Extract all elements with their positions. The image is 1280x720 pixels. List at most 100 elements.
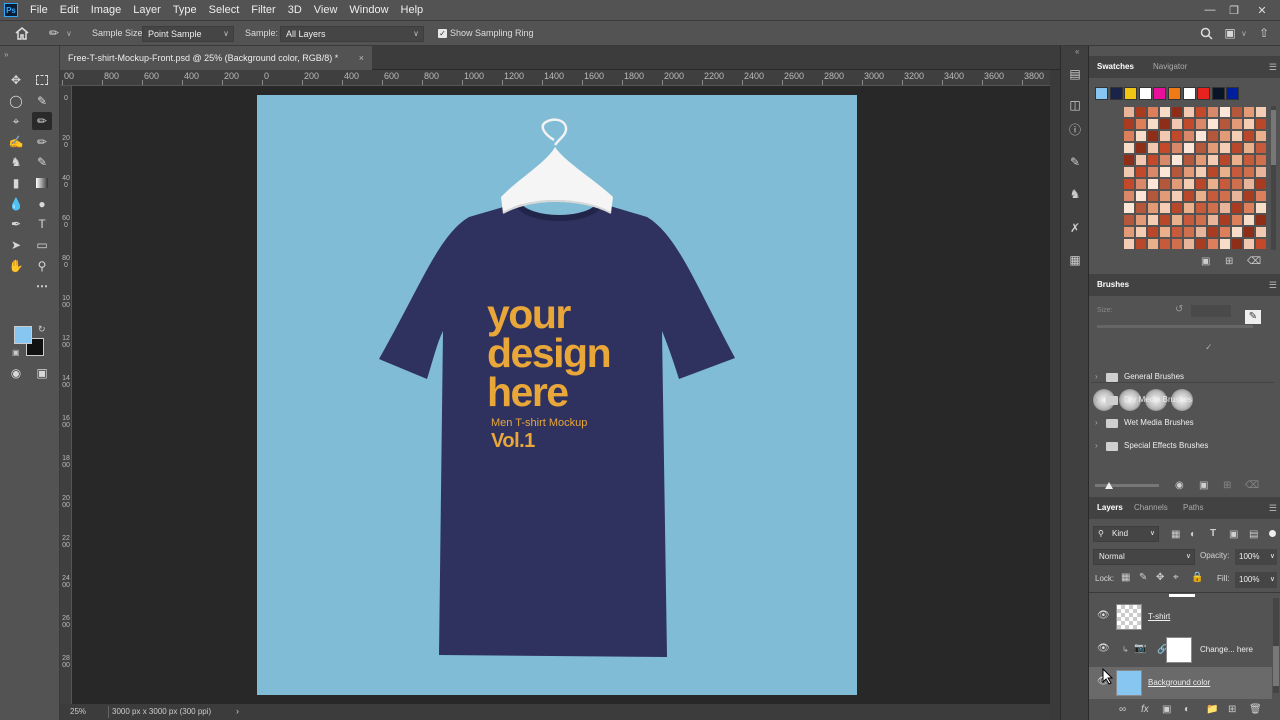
swatch-cell[interactable]: [1171, 178, 1183, 190]
lock-image-icon[interactable]: ✎: [1139, 572, 1147, 583]
minimize-button[interactable]: —: [1198, 0, 1222, 20]
layers-menu-icon[interactable]: ☰: [1269, 497, 1277, 519]
brush-folder-row[interactable]: › Wet Media Brushes: [1089, 412, 1280, 434]
marquee-tool-icon[interactable]: [32, 71, 52, 89]
swatch-cell[interactable]: [1243, 142, 1255, 154]
swatch-cell[interactable]: [1123, 226, 1135, 238]
swatch-cell[interactable]: [1195, 130, 1207, 142]
swatch-cell[interactable]: [1183, 226, 1195, 238]
swatch-cell[interactable]: [1171, 154, 1183, 166]
swatch-cell[interactable]: [1135, 202, 1147, 214]
recent-swatch[interactable]: [1124, 87, 1138, 100]
home-icon[interactable]: [12, 24, 32, 42]
history-brush-tool-icon[interactable]: ✎: [32, 153, 52, 171]
swatch-cell[interactable]: [1135, 142, 1147, 154]
swatch-cell[interactable]: [1243, 202, 1255, 214]
swatch-cell[interactable]: [1243, 214, 1255, 226]
swatch-cell[interactable]: [1255, 142, 1267, 154]
swatch-cell[interactable]: [1123, 142, 1135, 154]
swatch-cell[interactable]: [1171, 118, 1183, 130]
brush-size-input[interactable]: [1191, 305, 1231, 317]
swatch-cell[interactable]: [1183, 118, 1195, 130]
swatch-cell[interactable]: [1123, 238, 1135, 250]
lock-artboard-icon[interactable]: ⌖: [1173, 572, 1179, 583]
swatch-cell[interactable]: [1255, 178, 1267, 190]
swatch-cell[interactable]: [1147, 142, 1159, 154]
swatch-cell[interactable]: [1123, 166, 1135, 178]
filter-shape-icon[interactable]: ▣: [1229, 529, 1238, 540]
swatch-cell[interactable]: [1207, 118, 1219, 130]
swatch-cell[interactable]: [1255, 226, 1267, 238]
swatch-cell[interactable]: [1135, 166, 1147, 178]
crop-tool-icon[interactable]: ⌖: [6, 112, 26, 130]
swatch-cell[interactable]: [1231, 166, 1243, 178]
expand-chevron-icon[interactable]: ›: [1095, 412, 1098, 434]
swatch-cell[interactable]: [1195, 190, 1207, 202]
swatch-cell[interactable]: [1159, 154, 1171, 166]
blend-mode-select[interactable]: Normal ∨: [1093, 549, 1195, 565]
menu-select[interactable]: Select: [203, 0, 246, 20]
swatch-cell[interactable]: [1231, 142, 1243, 154]
canvas-vertical-scrollbar[interactable]: [1050, 70, 1060, 720]
recent-swatch[interactable]: [1211, 87, 1225, 100]
swatch-cell[interactable]: [1171, 202, 1183, 214]
collapse-panels-icon[interactable]: «: [1075, 47, 1079, 56]
swatch-cell[interactable]: [1123, 154, 1135, 166]
swatch-cell[interactable]: [1183, 238, 1195, 250]
swatch-cell[interactable]: [1147, 154, 1159, 166]
brush-preview-slider-handle[interactable]: [1105, 482, 1113, 489]
swatch-cell[interactable]: [1171, 130, 1183, 142]
swatch-cell[interactable]: [1135, 214, 1147, 226]
recent-swatch[interactable]: [1168, 87, 1181, 100]
visibility-eye-icon[interactable]: 👁: [1097, 643, 1110, 654]
toggle-brush-preview-icon[interactable]: ◉: [1175, 480, 1184, 491]
swatch-cell[interactable]: [1207, 238, 1219, 250]
swatch-cell[interactable]: [1135, 106, 1147, 118]
swatch-cell[interactable]: [1159, 130, 1171, 142]
swatch-cell[interactable]: [1147, 202, 1159, 214]
screen-mode-icon[interactable]: ▣: [32, 364, 52, 382]
swatch-cell[interactable]: [1243, 238, 1255, 250]
swatch-cell[interactable]: [1255, 118, 1267, 130]
recent-swatch[interactable]: [1138, 87, 1152, 100]
path-selection-tool-icon[interactable]: ➤: [6, 236, 26, 254]
swatch-cell[interactable]: [1171, 238, 1183, 250]
swatch-cell[interactable]: [1159, 178, 1171, 190]
fill-input[interactable]: 100% ∨: [1235, 572, 1277, 588]
swatch-cell[interactable]: [1147, 106, 1159, 118]
swatch-cell[interactable]: [1219, 238, 1231, 250]
swatch-cell[interactable]: [1207, 226, 1219, 238]
recent-swatch[interactable]: [1226, 87, 1240, 100]
workspace-chevron-icon[interactable]: ∨: [1241, 21, 1247, 46]
eraser-tool-icon[interactable]: ▮: [6, 174, 26, 192]
brush-folder-row[interactable]: › Special Effects Brushes: [1089, 435, 1280, 457]
swatch-cell[interactable]: [1219, 166, 1231, 178]
swatch-cell[interactable]: [1123, 178, 1135, 190]
lasso-tool-icon[interactable]: ◯: [6, 92, 26, 110]
swatch-cell[interactable]: [1207, 190, 1219, 202]
swatch-cell[interactable]: [1231, 202, 1243, 214]
swatch-cell[interactable]: [1243, 166, 1255, 178]
more-tools-icon[interactable]: ⋯: [32, 277, 52, 295]
recent-swatch[interactable]: [1109, 87, 1123, 100]
swatch-cell[interactable]: [1243, 154, 1255, 166]
close-button[interactable]: ✕: [1250, 0, 1274, 20]
add-mask-icon[interactable]: ▣: [1162, 704, 1171, 715]
swatch-cell[interactable]: [1183, 202, 1195, 214]
move-tool-icon[interactable]: ✥: [6, 71, 26, 89]
swatch-cell[interactable]: [1195, 154, 1207, 166]
swatch-cell[interactable]: [1207, 166, 1219, 178]
swatches-scrollbar[interactable]: [1271, 106, 1276, 250]
lock-position-icon[interactable]: ✥: [1156, 572, 1164, 583]
swatch-cell[interactable]: [1171, 214, 1183, 226]
swatch-cell[interactable]: [1219, 118, 1231, 130]
swatch-cell[interactable]: [1171, 226, 1183, 238]
swatch-cell[interactable]: [1207, 106, 1219, 118]
adjustments-panel-icon[interactable]: ◫: [1066, 96, 1084, 114]
swatch-cell[interactable]: [1243, 178, 1255, 190]
swatch-cell[interactable]: [1123, 118, 1135, 130]
swatch-cell[interactable]: [1219, 154, 1231, 166]
swatch-cell[interactable]: [1147, 214, 1159, 226]
swatch-cell[interactable]: [1195, 214, 1207, 226]
swatch-cell[interactable]: [1219, 226, 1231, 238]
